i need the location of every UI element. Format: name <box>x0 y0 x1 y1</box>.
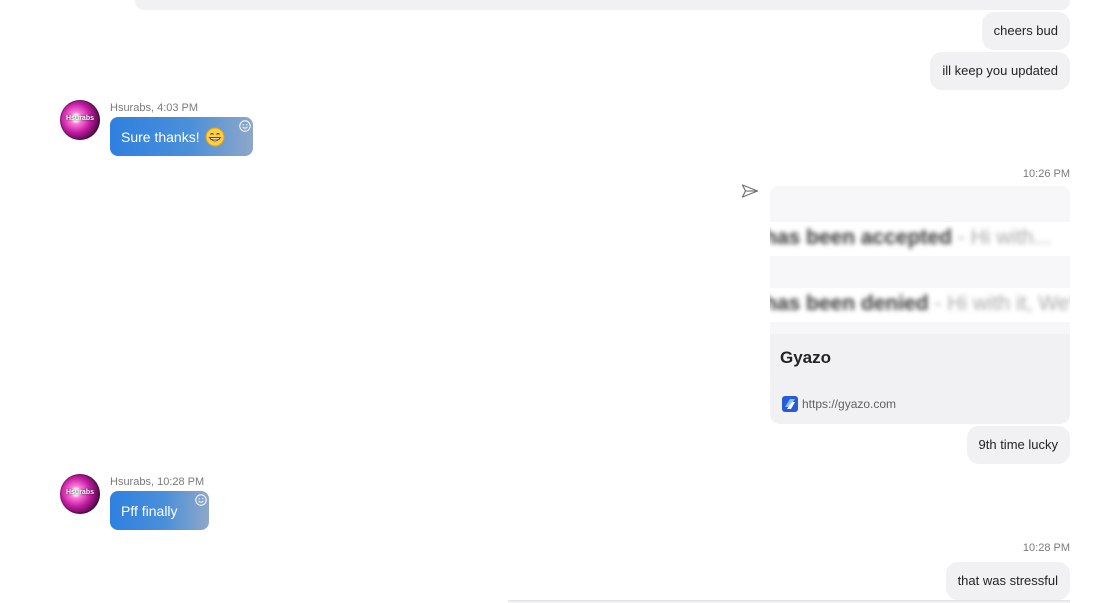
outgoing-message[interactable]: that was stressful <box>945 562 1070 600</box>
avatar[interactable]: Hsurabs <box>60 100 100 140</box>
message-timestamp: 10:26 PM <box>1022 168 1070 180</box>
avatar-label: Hsurabs <box>65 489 94 496</box>
link-preview-image: has been accepted - Hi with... has been … <box>770 186 1070 334</box>
avatar-label: Hsurabs <box>65 115 94 122</box>
chat-thread: cheers bud ill keep you updated Hsurabs … <box>0 0 1111 603</box>
previous-message-bubble[interactable] <box>135 0 1070 10</box>
message-text: cheers bud <box>993 23 1058 38</box>
link-url: https://gyazo.com <box>802 397 897 411</box>
message-text: that was stressful <box>957 573 1058 588</box>
message-timestamp: 10:28 PM <box>1022 542 1070 554</box>
outgoing-message[interactable]: cheers bud <box>981 12 1070 50</box>
outgoing-message[interactable]: 9th time lucky <box>966 426 1070 464</box>
message-text: Sure thanks! <box>121 128 200 145</box>
incoming-message[interactable]: Pff finally <box>110 491 209 530</box>
add-reaction-icon[interactable] <box>238 120 251 132</box>
gyazo-logo-icon <box>782 396 798 412</box>
link-preview-card[interactable]: has been accepted - Hi with... has been … <box>770 186 1070 424</box>
sent-status-icon <box>741 184 759 198</box>
outgoing-message[interactable]: ill keep you updated <box>930 52 1070 90</box>
message-text: Pff finally <box>121 502 178 519</box>
sender-name-time: Hsurabs, 4:03 PM <box>110 102 199 114</box>
preview-blurred-text: has been accepted - Hi with... <box>770 226 1052 249</box>
avatar[interactable]: Hsurabs <box>60 474 100 514</box>
add-reaction-icon[interactable] <box>194 494 207 506</box>
grinning-face-emoji-icon <box>205 127 225 146</box>
sender-name-time: Hsurabs, 10:28 PM <box>110 476 205 488</box>
incoming-message[interactable]: Sure thanks! <box>110 117 253 156</box>
link-source[interactable]: https://gyazo.com <box>782 396 896 412</box>
message-text: 9th time lucky <box>978 437 1058 452</box>
link-title[interactable]: Gyazo <box>780 348 831 368</box>
preview-blurred-text: has been denied - Hi with it, We'... <box>770 292 1070 315</box>
message-text: ill keep you updated <box>942 63 1058 78</box>
